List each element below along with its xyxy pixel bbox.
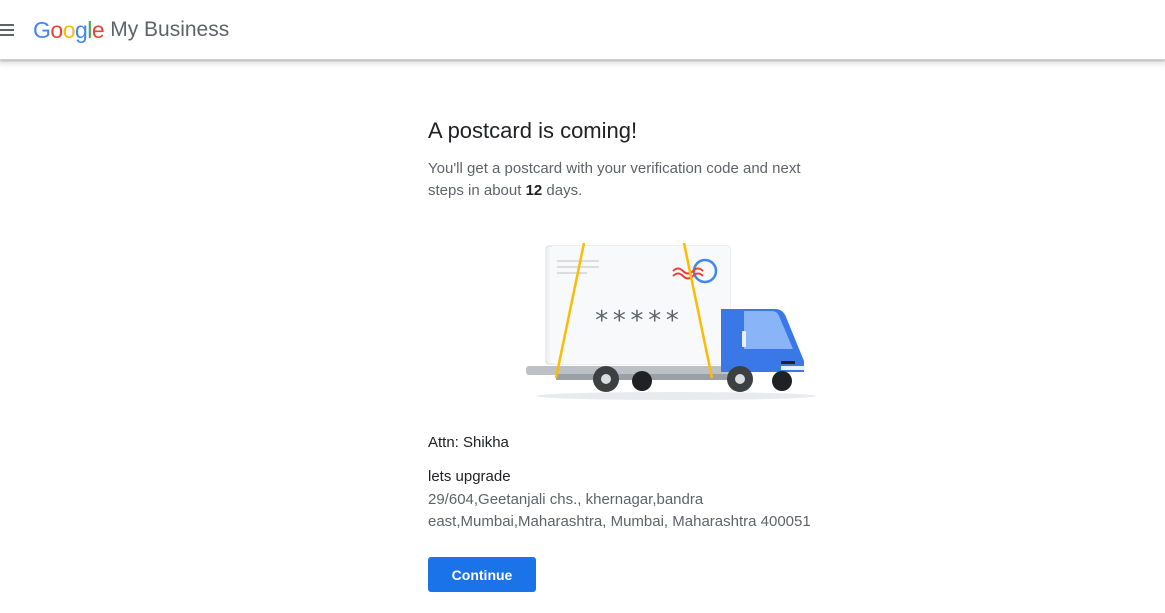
description-text: You'll get a postcard with your verifica… [428,160,801,199]
brand-logo[interactable]: Google My Business [33,14,229,46]
postcard-description: You'll get a postcard with your verifica… [428,158,838,202]
product-name: My Business [110,18,230,41]
verification-code-placeholder: ***** [594,306,682,336]
business-name: lets upgrade [428,468,511,485]
verification-panel: A postcard is coming! You'll get a postc… [428,116,848,592]
days-count: 12 [525,182,543,199]
postcard-delivery-truck-illustration: ***** [526,243,816,400]
business-address: 29/604,Geetanjali chs., khernagar,bandra… [428,491,811,530]
continue-button[interactable]: Continue [428,557,536,592]
top-app-bar: Google My Business [0,0,1165,60]
google-logo: Google [33,16,105,43]
page-title: A postcard is coming! [428,118,638,143]
hamburger-menu-icon[interactable] [0,20,16,40]
attention-line: Attn: Shikha [428,434,509,451]
description-suffix: days. [542,182,583,199]
